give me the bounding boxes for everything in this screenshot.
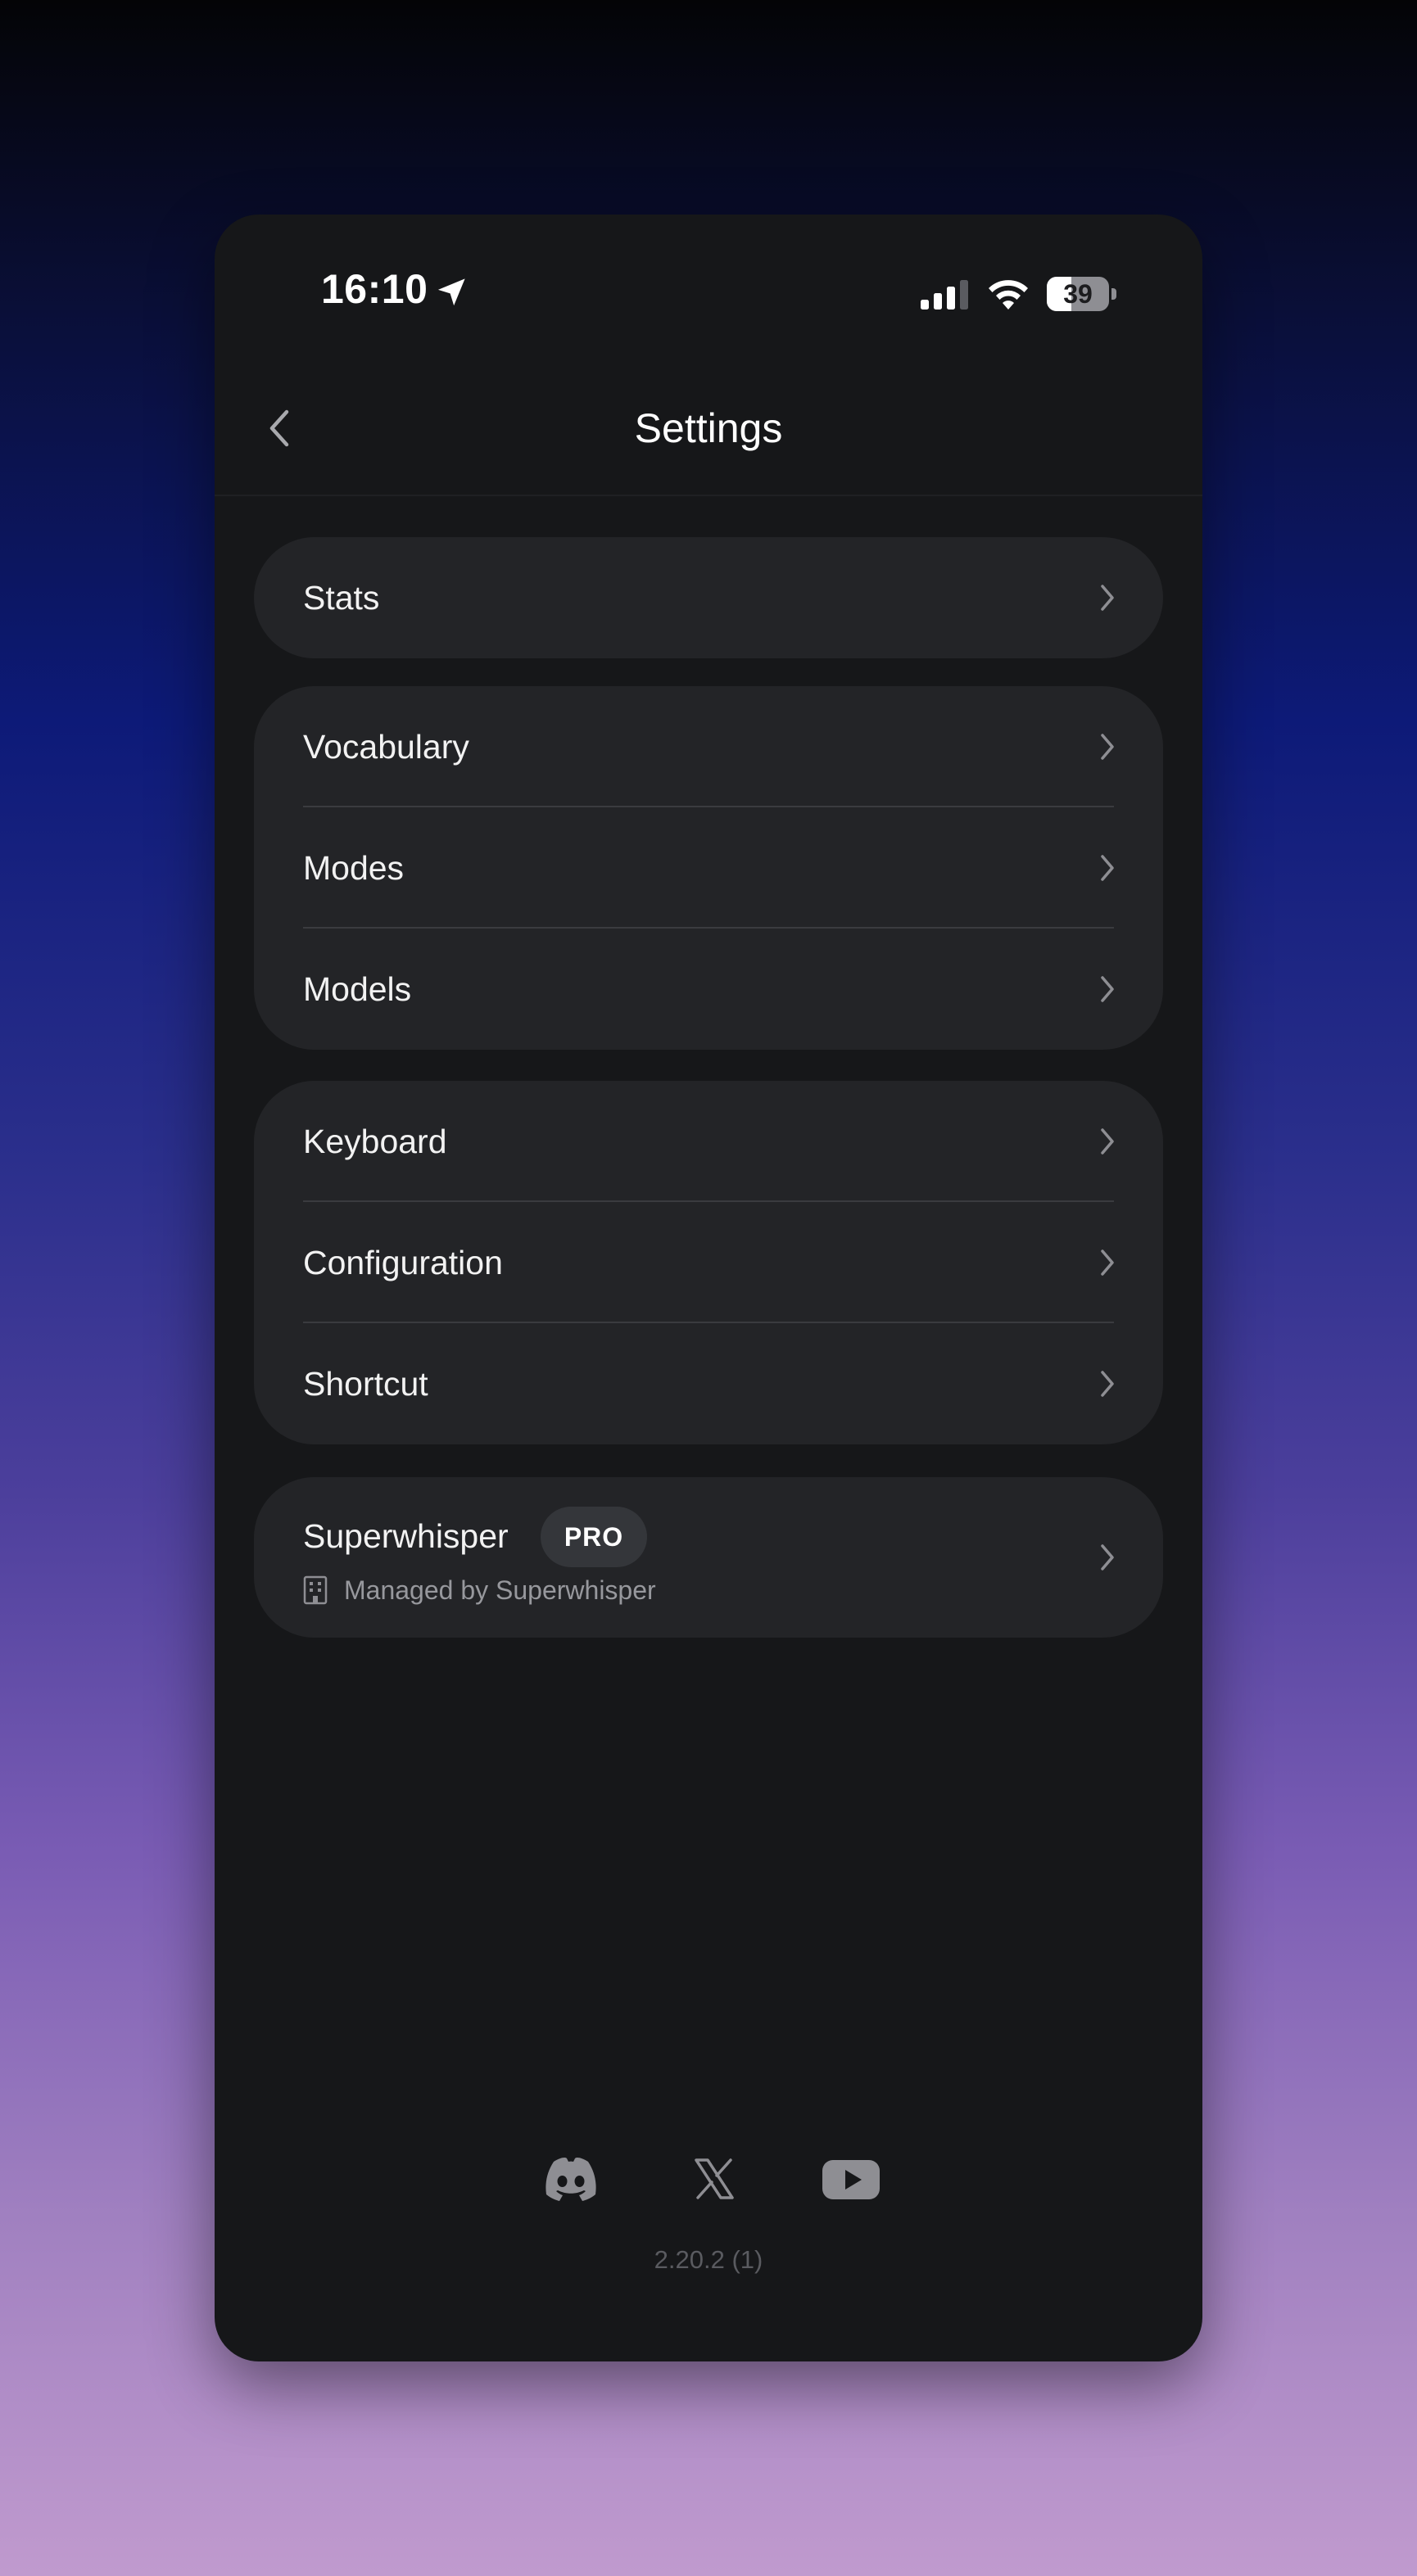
- row-shortcut[interactable]: Shortcut: [254, 1323, 1163, 1444]
- location-arrow-icon: [437, 278, 465, 306]
- managed-text: Managed by Superwhisper: [344, 1575, 656, 1605]
- row-models[interactable]: Models: [254, 929, 1163, 1050]
- chevron-right-icon: [1101, 1250, 1114, 1276]
- navigation-bar: Settings: [215, 362, 1202, 496]
- row-account-superwhisper[interactable]: Superwhisper PRO Managed by Superwhisper: [254, 1477, 1163, 1638]
- cellular-signal-icon: [921, 280, 968, 310]
- battery-cap: [1111, 288, 1116, 300]
- settings-group-stats: Stats: [254, 537, 1163, 658]
- row-label: Models: [303, 970, 412, 1008]
- row-label: Modes: [303, 849, 405, 887]
- status-time: 16:10: [321, 266, 428, 312]
- chevron-right-icon: [1101, 734, 1114, 760]
- pro-badge: PRO: [541, 1507, 647, 1567]
- chevron-right-icon: [1101, 855, 1114, 881]
- managed-by: Managed by Superwhisper: [303, 1574, 656, 1607]
- chevron-right-icon: [1101, 1128, 1114, 1155]
- battery-level: 39: [1063, 279, 1093, 309]
- chevron-right-icon: [1101, 1544, 1114, 1570]
- youtube-icon[interactable]: [821, 2152, 881, 2206]
- page-title: Settings: [634, 405, 783, 451]
- row-configuration[interactable]: Configuration: [254, 1202, 1163, 1323]
- status-bar: 16:10 39: [215, 215, 1202, 362]
- settings-group-language: Vocabulary Modes Models: [254, 686, 1163, 1050]
- row-label: Keyboard: [303, 1123, 447, 1160]
- row-modes[interactable]: Modes: [254, 807, 1163, 929]
- row-label: Shortcut: [303, 1365, 428, 1403]
- battery-indicator: 39: [1047, 277, 1119, 311]
- row-label: Stats: [303, 579, 380, 617]
- discord-icon[interactable]: [542, 2152, 600, 2206]
- building-icon: [303, 1575, 328, 1605]
- row-stats[interactable]: Stats: [254, 537, 1163, 658]
- settings-group-input: Keyboard Configuration Shortcut: [254, 1081, 1163, 1444]
- row-keyboard[interactable]: Keyboard: [254, 1081, 1163, 1202]
- row-label: Configuration: [303, 1244, 503, 1281]
- x-icon[interactable]: [691, 2152, 737, 2206]
- chevron-right-icon: [1101, 976, 1114, 1002]
- battery-body: 39: [1047, 277, 1109, 311]
- row-vocabulary[interactable]: Vocabulary: [254, 686, 1163, 807]
- account-title: Superwhisper: [303, 1517, 509, 1555]
- phone-screen: 16:10 39 Settings Stats Vocabulary Modes…: [215, 215, 1202, 2361]
- account-group: Superwhisper PRO Managed by Superwhisper: [254, 1477, 1163, 1638]
- row-label: Vocabulary: [303, 728, 469, 766]
- app-version: 2.20.2 (1): [654, 2245, 763, 2274]
- wifi-icon: [989, 280, 1028, 310]
- chevron-right-icon: [1101, 1371, 1114, 1397]
- chevron-right-icon: [1101, 585, 1114, 611]
